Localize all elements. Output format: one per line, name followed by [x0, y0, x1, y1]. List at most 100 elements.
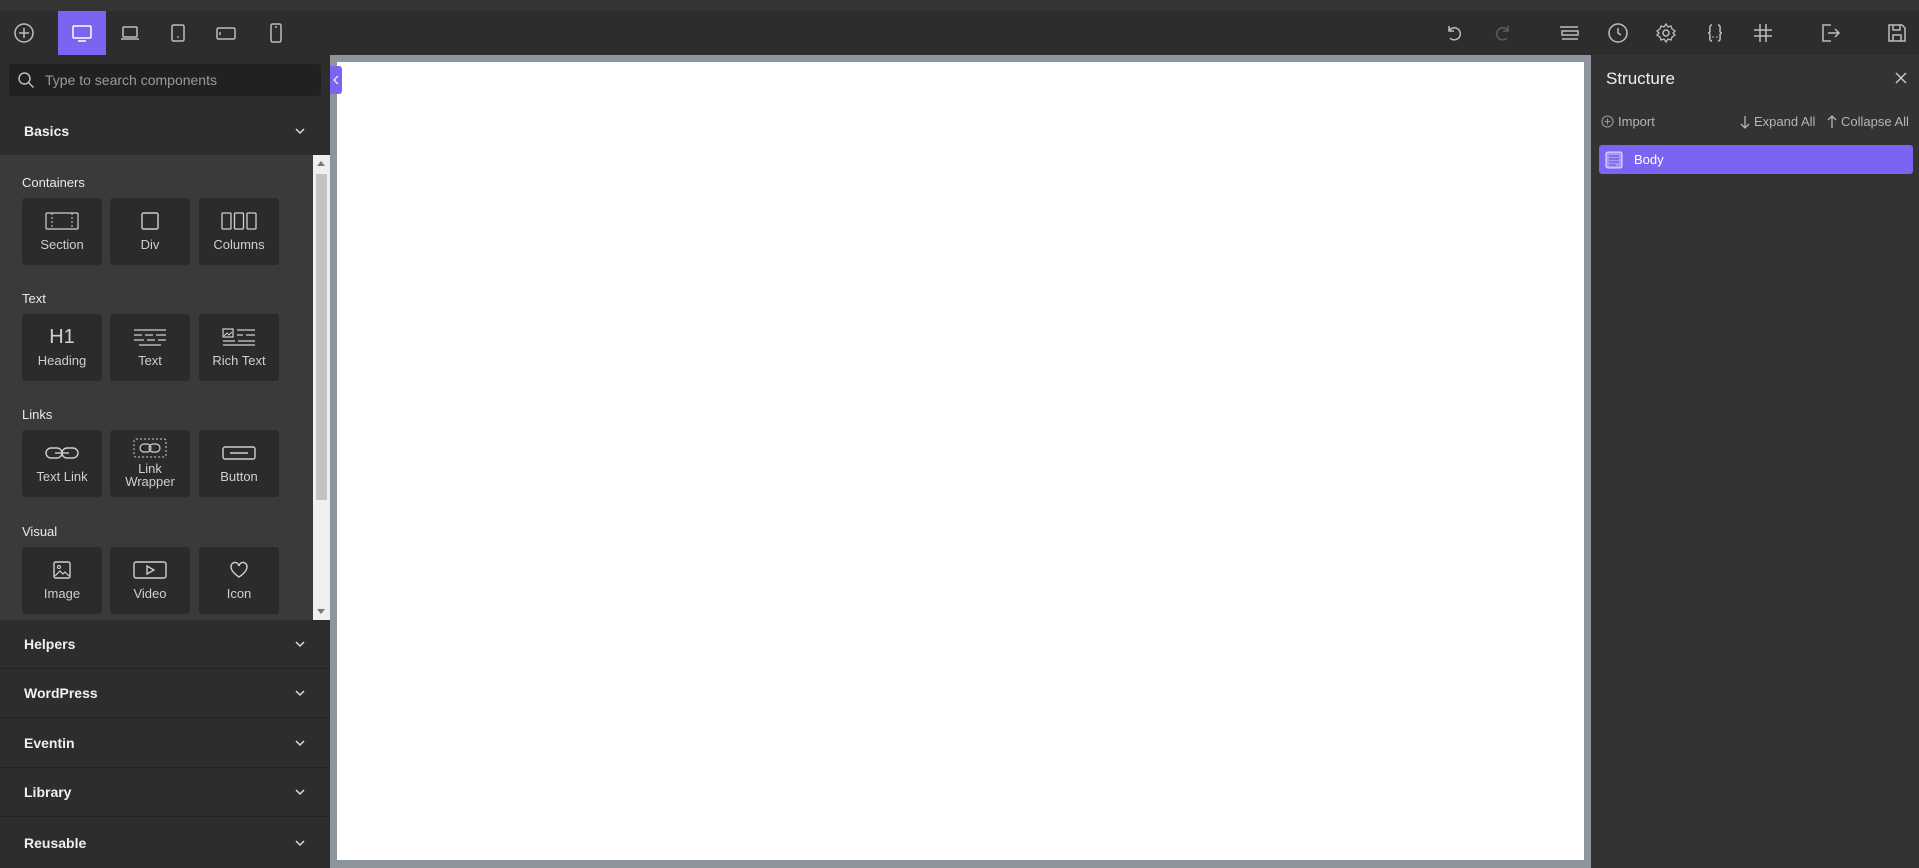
category-label: Library	[24, 784, 72, 800]
save-button[interactable]	[1875, 11, 1919, 55]
div-icon	[141, 212, 159, 230]
add-button[interactable]	[2, 11, 46, 55]
scroll-down-icon[interactable]	[317, 609, 325, 614]
category-eventin[interactable]: Eventin	[0, 719, 330, 768]
import-button[interactable]: Import	[1601, 114, 1655, 129]
section-icon	[45, 212, 79, 230]
chevron-down-icon	[295, 740, 305, 747]
add-icon	[14, 23, 34, 43]
exit-button[interactable]	[1808, 11, 1852, 55]
columns-icon	[221, 212, 257, 230]
tile-label: Image	[43, 586, 81, 601]
toolbar	[0, 11, 1919, 55]
code-button[interactable]	[1693, 11, 1737, 55]
node-label: Body	[1634, 152, 1664, 167]
category-helpers[interactable]: Helpers	[0, 620, 330, 669]
close-icon[interactable]	[1894, 71, 1908, 85]
text-icon	[134, 329, 166, 346]
link-wrapper-icon	[133, 438, 167, 458]
arrow-down-icon	[1740, 115, 1750, 129]
video-icon	[133, 561, 167, 579]
tile-label: Heading	[37, 353, 87, 368]
undo-icon	[1448, 26, 1462, 41]
device-desktop-button[interactable]	[58, 11, 106, 55]
expand-all-label: Expand All	[1754, 114, 1816, 129]
component-div[interactable]: Div	[110, 198, 190, 265]
settings-button[interactable]	[1644, 11, 1688, 55]
document-icon	[1605, 151, 1623, 168]
component-rich-text[interactable]: Rich Text	[199, 314, 279, 381]
search-input[interactable]	[43, 71, 307, 89]
laptop-icon	[121, 26, 139, 40]
history-button[interactable]	[1596, 11, 1640, 55]
component-button[interactable]: Button	[199, 430, 279, 497]
desktop-icon	[72, 25, 92, 42]
tablet-landscape-icon	[216, 27, 236, 40]
tile-label: Rich Text	[212, 353, 266, 368]
tile-label: Text Link	[36, 469, 88, 484]
tile-label: Icon	[226, 586, 252, 601]
layers-icon	[1560, 26, 1579, 40]
group-title-containers: Containers	[22, 175, 85, 190]
tablet-icon	[171, 24, 185, 42]
image-icon	[53, 561, 71, 579]
save-icon	[1888, 24, 1906, 42]
tile-label: Link Wrapper	[125, 461, 175, 489]
category-basics[interactable]: Basics	[0, 107, 330, 156]
structure-panel: Structure Import Expand All Collapse All…	[1591, 55, 1919, 868]
window-top-strip	[0, 0, 1919, 11]
device-tablet-landscape-button[interactable]	[204, 11, 248, 55]
group-title-text: Text	[22, 291, 46, 306]
redo-button[interactable]	[1481, 11, 1525, 55]
component-columns[interactable]: Columns	[199, 198, 279, 265]
category-label: Basics	[24, 123, 70, 139]
component-icon[interactable]: Icon	[199, 547, 279, 614]
component-search	[9, 64, 321, 96]
chevron-left-icon	[333, 75, 339, 85]
device-laptop-button[interactable]	[108, 11, 152, 55]
tile-label: Button	[220, 469, 258, 484]
scroll-up-icon[interactable]	[317, 161, 325, 166]
structure-title: Structure	[1606, 69, 1675, 88]
device-mobile-button[interactable]	[254, 11, 298, 55]
component-heading[interactable]: H1 Heading	[22, 314, 102, 381]
components-scrollbar[interactable]	[313, 155, 330, 620]
group-title-links: Links	[22, 407, 53, 422]
layers-button[interactable]	[1547, 11, 1591, 55]
arrow-up-icon	[1827, 114, 1837, 128]
redo-icon	[1495, 26, 1509, 41]
component-text[interactable]: Text	[110, 314, 190, 381]
settings-icon	[1655, 22, 1677, 44]
category-wordpress[interactable]: WordPress	[0, 669, 330, 718]
link-icon	[45, 447, 79, 459]
component-text-link[interactable]: Text Link	[22, 430, 102, 497]
structure-node-body[interactable]: Body	[1599, 145, 1913, 174]
component-video[interactable]: Video	[110, 547, 190, 614]
code-icon	[1707, 24, 1723, 42]
chevron-down-icon	[295, 840, 305, 847]
category-reusable[interactable]: Reusable	[0, 818, 330, 868]
exit-icon	[1822, 24, 1841, 42]
category-library[interactable]: Library	[0, 768, 330, 817]
grid-button[interactable]	[1741, 11, 1785, 55]
undo-button[interactable]	[1432, 11, 1476, 55]
add-circle-icon	[1601, 115, 1614, 128]
collapse-panel-toggle[interactable]	[330, 66, 342, 94]
category-label: Reusable	[24, 835, 87, 851]
component-link-wrapper[interactable]: Link Wrapper	[110, 430, 190, 497]
device-tablet-button[interactable]	[156, 11, 200, 55]
tile-label: Text	[138, 353, 162, 368]
collapse-all-label: Collapse All	[1841, 114, 1909, 129]
page-canvas[interactable]	[337, 62, 1584, 860]
chevron-down-icon	[295, 690, 305, 697]
grid-icon	[1754, 24, 1772, 42]
component-image[interactable]: Image	[22, 547, 102, 614]
component-section[interactable]: Section	[22, 198, 102, 265]
category-label: Helpers	[24, 636, 76, 652]
history-icon	[1608, 23, 1628, 43]
collapse-all-button[interactable]: Collapse All	[1827, 114, 1909, 129]
scroll-thumb[interactable]	[316, 174, 327, 500]
expand-all-button[interactable]: Expand All	[1740, 114, 1815, 129]
heading-icon: H1	[49, 325, 75, 348]
tile-label: Video	[133, 586, 167, 601]
